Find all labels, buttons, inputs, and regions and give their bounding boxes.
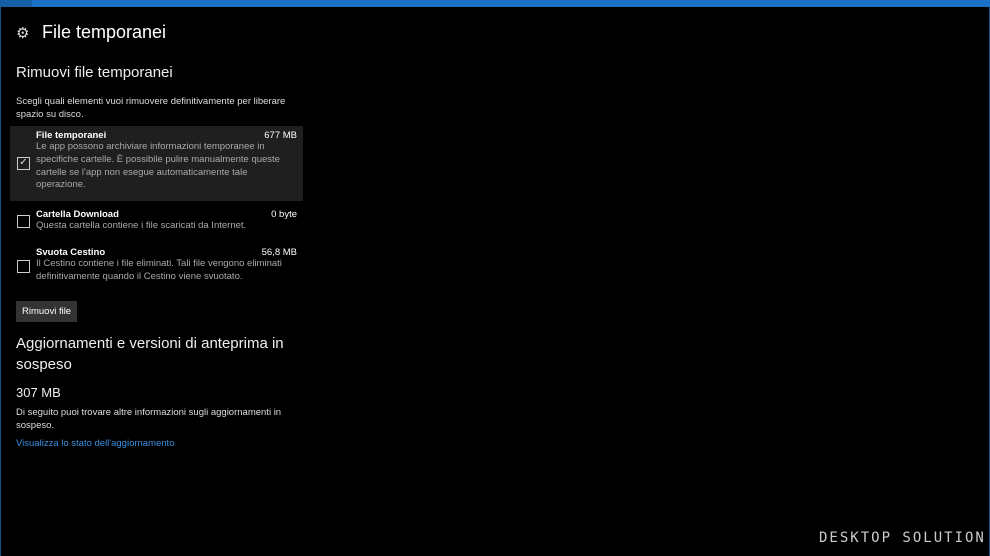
item-description: Le app possono archiviare informazioni t… xyxy=(36,141,280,191)
item-title: Svuota Cestino xyxy=(36,247,106,258)
item-title: File temporanei xyxy=(36,130,107,141)
section-description: Di seguito puoi trovare altre informazio… xyxy=(16,407,282,431)
pending-size: 307 MB xyxy=(16,385,61,400)
section-title: Rimuovi file temporanei xyxy=(16,64,173,81)
window-border xyxy=(0,7,1,556)
watermark: DESKTOP SOLUTION xyxy=(819,530,986,546)
section-description: Scegli quali elementi vuoi rimuovere def… xyxy=(16,96,286,120)
item-size: 56,8 MB xyxy=(261,247,297,258)
checkbox[interactable] xyxy=(17,215,30,228)
page-header: ⚙ File temporanei xyxy=(16,22,166,43)
page-title: File temporanei xyxy=(42,22,167,42)
item-description: Questa cartella contiene i file scaricat… xyxy=(36,220,247,231)
back-button[interactable] xyxy=(0,0,32,7)
checkbox-checked[interactable]: ✓ xyxy=(17,157,30,170)
title-bar xyxy=(0,0,990,7)
list-item-recycle-bin[interactable]: Svuota Cestino 56,8 MB Il Cestino contien… xyxy=(10,243,303,288)
list-item-temp-files[interactable]: ✓ File temporanei 677 MB Le app possono a… xyxy=(10,126,303,201)
checkbox[interactable] xyxy=(17,260,30,273)
section-title: Aggiornamenti e versioni di anteprima in… xyxy=(16,335,284,373)
item-description: Il Cestino contiene i file eliminati. Ta… xyxy=(36,258,282,282)
item-title: Cartella Download xyxy=(36,209,119,220)
remove-files-button[interactable]: Rimuovi file xyxy=(16,301,78,322)
gear-icon: ⚙ xyxy=(16,24,30,42)
item-size: 0 byte xyxy=(271,209,297,220)
item-size: 677 MB xyxy=(264,130,297,141)
list-item-downloads[interactable]: Cartella Download 0 byte Questa cartella … xyxy=(10,205,303,237)
view-update-status-link[interactable]: Visualizza lo stato dell'aggiornamento xyxy=(16,438,175,449)
